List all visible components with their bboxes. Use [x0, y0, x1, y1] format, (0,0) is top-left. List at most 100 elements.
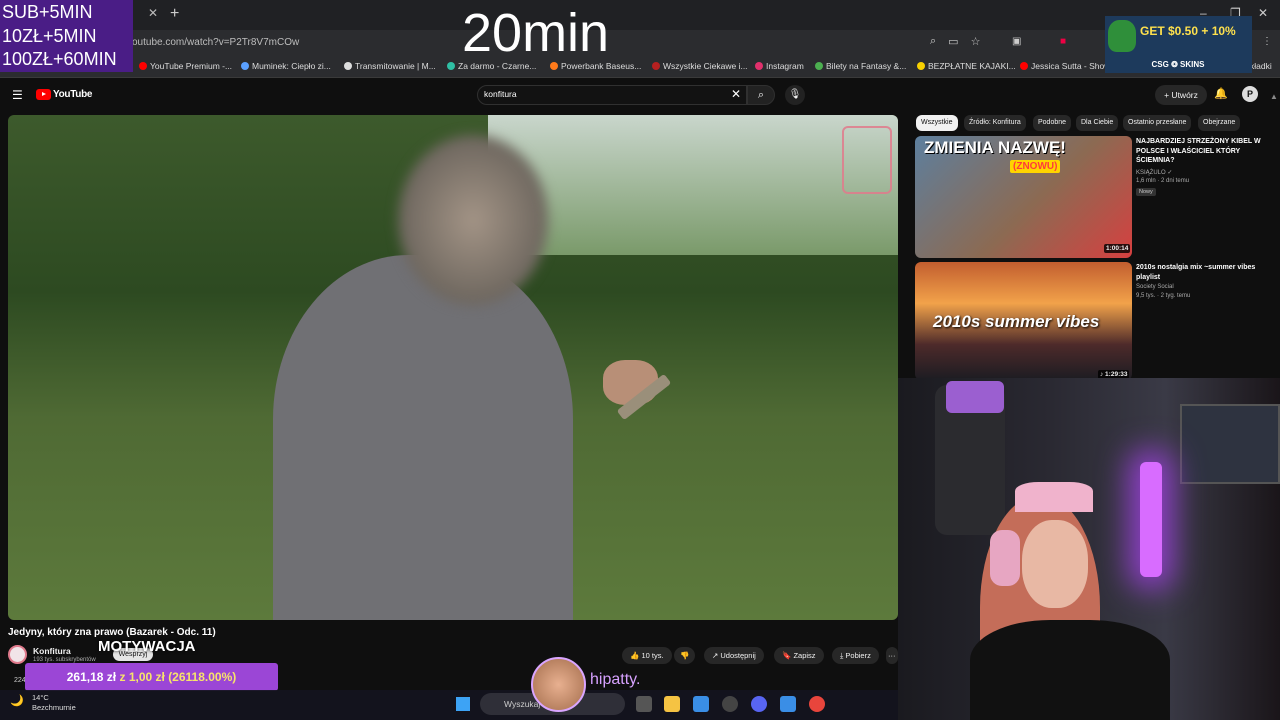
store-icon[interactable] [693, 696, 709, 712]
thumbnail-text: 2010s summer vibes [933, 312, 1100, 331]
thumbs-up-icon: 👍 [630, 651, 642, 660]
task-view-icon[interactable] [636, 696, 652, 712]
video-blurred-face [398, 135, 548, 305]
recommendation-title[interactable]: NAJBARDZIEJ STRZEŻONY KIBEL W POLSCE I W… [1136, 137, 1266, 166]
recommendation-meta: 1,6 mln · 2 dni temu [1136, 178, 1190, 184]
streamer-shirt [970, 620, 1170, 720]
profile-avatar[interactable]: P [1242, 86, 1258, 102]
search-icon: ⌕ [757, 89, 765, 101]
video-person-body [273, 255, 573, 620]
video-player[interactable] [8, 115, 898, 620]
video-duration: 1:00:14 [1104, 244, 1131, 253]
address-bar-icons: ⌕ ▭ ☆ [930, 35, 980, 48]
bookmark-item[interactable]: Instagram [755, 61, 804, 71]
channel-name[interactable]: Konfitura [33, 646, 71, 656]
webcam-microphone-top [946, 381, 1004, 413]
streamer-avatar [531, 657, 586, 712]
bookmark-favicon-icon [652, 62, 660, 70]
bookmark-item[interactable]: YouTube Premium -... [139, 61, 232, 71]
file-explorer-icon[interactable] [664, 696, 680, 712]
bookmark-favicon-icon [815, 62, 823, 70]
voice-search-button[interactable]: 🎙 [785, 85, 805, 105]
discord-icon[interactable] [751, 696, 767, 712]
cat-ear-headset [1015, 482, 1093, 512]
clear-search-icon[interactable]: ✕ [731, 87, 741, 101]
bookmark-item[interactable]: Bilety na Fantasy &... [815, 61, 906, 71]
app-icon[interactable] [722, 696, 738, 712]
subathon-rules-panel: SUB+5MIN 10ZŁ+5MIN 100ZŁ+60MIN [0, 0, 133, 72]
weather-widget[interactable]: 14°C Bezchmurnie [32, 693, 76, 713]
recommendation-title[interactable]: 2010s nostalgia mix ~summer vibes playli… [1136, 263, 1266, 282]
chrome-icon[interactable] [809, 696, 825, 712]
recommendation-channel[interactable]: Society Social [1136, 284, 1174, 290]
view-count-partial: 224 [14, 677, 26, 684]
chip-recent[interactable]: Ostatnio przesłane [1123, 115, 1192, 131]
sponsor-mascot-icon [1108, 20, 1136, 52]
bookmark-item[interactable]: Transmitowanie | M... [344, 61, 436, 71]
hamburger-menu-icon[interactable]: ☰ [12, 88, 23, 102]
save-button[interactable]: 🔖 Zapisz [774, 647, 824, 664]
bookmark-favicon-icon [1020, 62, 1028, 70]
bookmark-star-icon[interactable]: ☆ [971, 35, 981, 48]
chip-watched[interactable]: Obejrzane [1198, 115, 1241, 131]
zoom-icon[interactable]: ⌕ [930, 35, 936, 48]
bookmark-favicon-icon [139, 62, 147, 70]
recommendation-meta: 9,5 tys. · 2 tyg. temu [1136, 293, 1191, 299]
notifications-bell-icon[interactable]: 🔔 [1214, 87, 1228, 100]
search-query[interactable]: konfitura [484, 89, 517, 99]
more-actions-button[interactable]: ··· [886, 647, 898, 664]
create-button[interactable]: + Utwórz [1155, 85, 1207, 105]
chip-similar[interactable]: Podobne [1033, 115, 1072, 131]
thumbnail-tag: (ZNOWU) [1010, 160, 1061, 173]
sponsor-name: CSG ❂ SKINS [1151, 60, 1205, 69]
tab-close-icon[interactable]: ✕ [148, 6, 158, 20]
dislike-button[interactable]: 👎 [674, 647, 696, 664]
youtube-logo-icon[interactable] [36, 89, 51, 100]
close-window-icon[interactable]: ✕ [1258, 6, 1268, 20]
webcam-neon-light [1140, 462, 1162, 577]
bookmark-item[interactable]: Muminek: Ciepło zi... [241, 61, 331, 71]
search-input[interactable] [477, 85, 747, 105]
mic-icon: 🎙 [788, 89, 802, 100]
like-button[interactable]: 👍 10 tys. [622, 647, 672, 664]
browser-tab-bar [0, 0, 1280, 30]
donation-goal-bar: 261,18 zł z 1,00 zł (26118.00%) [25, 663, 278, 691]
cast-icon[interactable]: ▭ [948, 35, 958, 48]
headset-earcup [990, 530, 1020, 586]
bookmark-favicon-icon [241, 62, 249, 70]
channel-avatar[interactable] [8, 645, 27, 664]
recommendation-channel[interactable]: KSIĄŻULO ✓ [1136, 169, 1172, 176]
new-tab-button[interactable]: + [170, 5, 179, 23]
new-badge: Nowy [1136, 188, 1156, 196]
weather-moon-icon[interactable]: 🌙 [10, 694, 24, 707]
konfitura-jar-watermark-icon [842, 126, 892, 194]
url-text[interactable]: outube.com/watch?v=P2Tr8V7mCOw [132, 37, 299, 48]
app-window-icon[interactable] [780, 696, 796, 712]
streamer-handle: hipatty. [590, 671, 641, 688]
bookmark-item[interactable]: Wszystkie Ciekawe i... [652, 61, 748, 71]
bookmark-item[interactable]: kładki [1250, 61, 1272, 71]
chip-for-you[interactable]: Dla Ciebie [1076, 115, 1119, 131]
search-button[interactable]: ⌕ [747, 85, 775, 105]
bookmark-icon: 🔖 [782, 651, 794, 660]
subathon-timer: 20min [462, 3, 610, 63]
browser-menu-icon[interactable]: ⋮ [1262, 36, 1272, 47]
bookmark-favicon-icon [917, 62, 925, 70]
thumbs-down-icon: 👎 [680, 651, 690, 660]
bookmark-item[interactable]: Jessica Sutta - Show... [1020, 61, 1117, 71]
video-sky-area [488, 115, 898, 255]
youtube-logo-text[interactable]: YouTube [53, 89, 93, 100]
chip-source[interactable]: Źródło: Konfitura [964, 115, 1026, 131]
share-button[interactable]: ↗ Udostępnij [704, 647, 764, 664]
scrollbar[interactable]: ▲ [1270, 92, 1278, 101]
motivation-overlay: MOTYWACJA [98, 638, 196, 655]
bookmark-favicon-icon [447, 62, 455, 70]
windows-start-icon[interactable] [456, 697, 470, 711]
bookmark-favicon-icon [755, 62, 763, 70]
extension-icon[interactable]: ▣ [1012, 36, 1021, 47]
chip-all[interactable]: Wszystkie [916, 115, 958, 131]
bookmark-item[interactable]: BEZPŁATNE KAJAKI... [917, 61, 1016, 71]
download-button[interactable]: ⤓ Pobierz [832, 647, 879, 664]
extension-red-icon[interactable]: ■ [1060, 36, 1066, 47]
thumbnail-text: ZMIENIA NAZWĘ! [924, 138, 1066, 157]
